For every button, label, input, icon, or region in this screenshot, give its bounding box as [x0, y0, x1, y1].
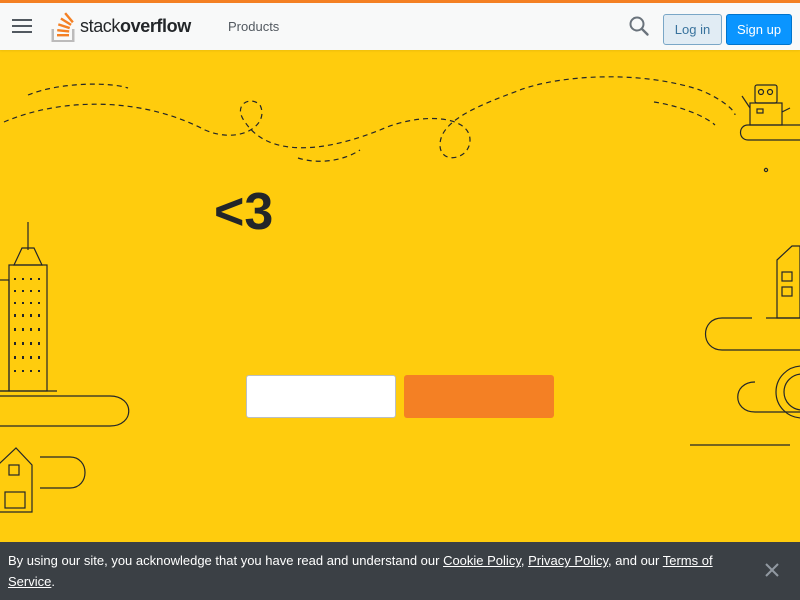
signup-button[interactable]: Sign up	[726, 14, 792, 45]
privacy-policy-link[interactable]: Privacy Policy	[528, 553, 608, 568]
logo-text: stackoverflow	[80, 15, 191, 36]
cookie-separator-2: , and our	[608, 553, 663, 568]
close-icon[interactable]	[762, 560, 782, 580]
submit-button[interactable]	[404, 375, 554, 418]
products-menu-link[interactable]: Products	[216, 15, 291, 38]
cookie-policy-link[interactable]: Cookie Policy	[443, 553, 521, 568]
hero-illustration	[0, 76, 800, 513]
site-logo[interactable]: stackoverflow	[51, 10, 191, 42]
hamburger-menu-icon[interactable]	[12, 19, 32, 35]
search-icon[interactable]	[628, 15, 650, 37]
email-input[interactable]	[246, 375, 396, 418]
cookie-consent-banner: By using our site, you acknowledge that …	[0, 542, 800, 600]
stackoverflow-logo-icon	[51, 12, 75, 42]
login-button[interactable]: Log in	[663, 14, 722, 45]
top-navigation: stackoverflow Products Log in Sign up	[0, 3, 800, 50]
cookie-notice-suffix: .	[51, 574, 55, 589]
hero-title: <3	[214, 183, 274, 241]
cookie-notice-text: By using our site, you acknowledge that …	[8, 553, 444, 568]
cookie-separator-1: ,	[520, 553, 529, 568]
